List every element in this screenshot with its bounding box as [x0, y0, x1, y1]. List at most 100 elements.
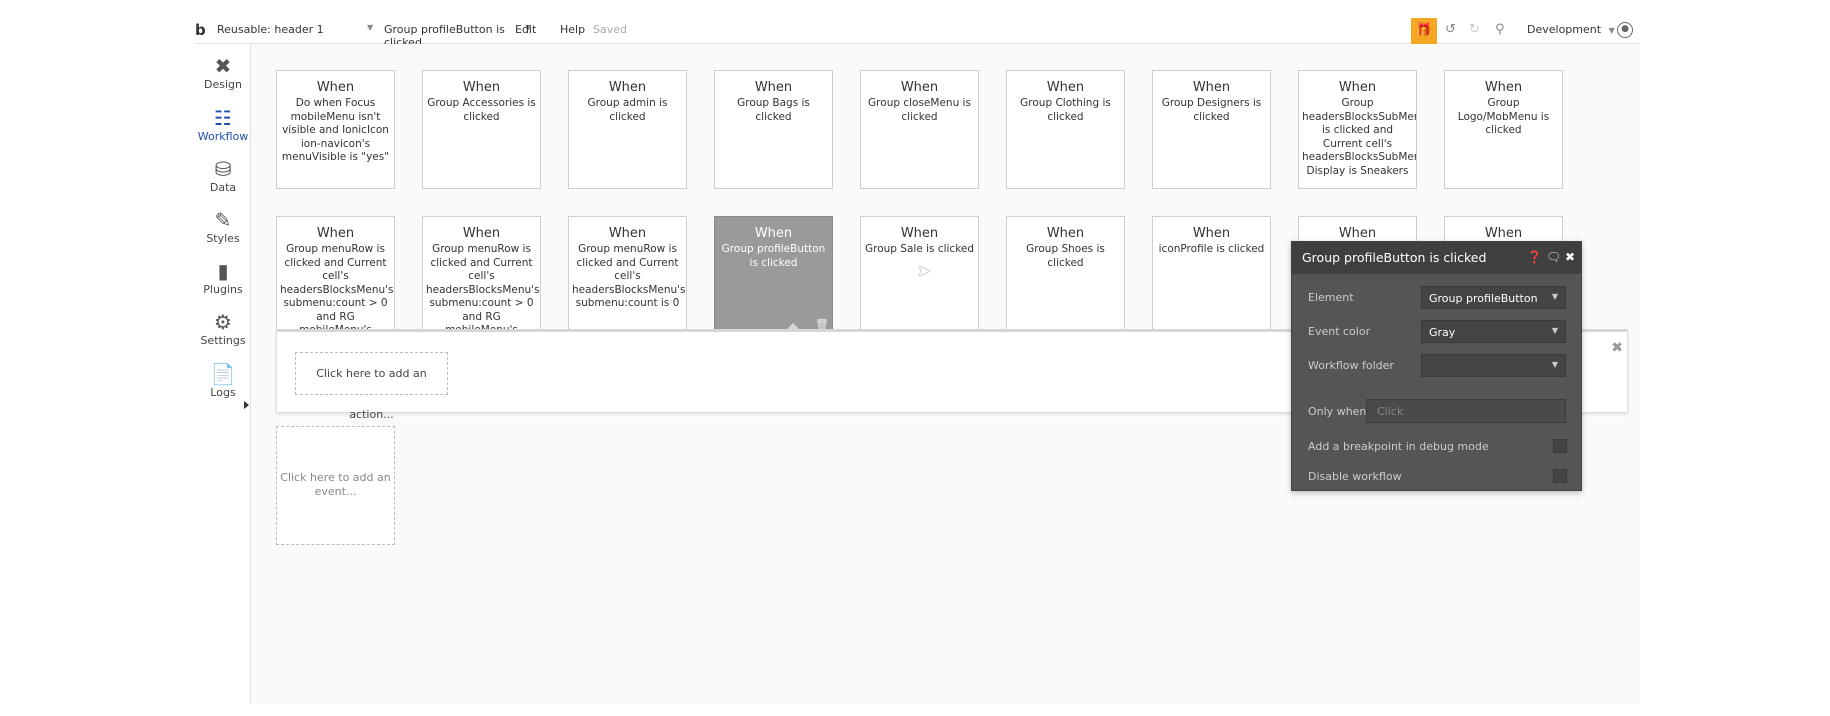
breakpoint-checkbox[interactable] — [1553, 439, 1567, 453]
sidebar-item-label: Workflow — [197, 130, 249, 143]
help-icon[interactable]: ❓ — [1527, 250, 1542, 264]
event-card[interactable]: When Group menuRow is clicked and Curren… — [276, 216, 395, 335]
event-description: Group Sale is clicked — [864, 243, 975, 255]
event-description: Group Shoes is clicked — [1026, 243, 1105, 269]
element-value: Group profileButton — [1429, 292, 1538, 305]
sidebar-item-plugins[interactable]: ▮ Plugins — [195, 259, 251, 296]
close-icon[interactable]: ✖ — [1611, 340, 1623, 356]
bubble-logo[interactable]: b — [195, 21, 206, 39]
event-card[interactable]: When Group Shoes is clicked — [1006, 216, 1125, 335]
event-card[interactable]: When Group Designers is clicked — [1152, 70, 1271, 189]
styles-icon: ✎ — [214, 208, 232, 232]
event-description: Group closeMenu is clicked — [868, 97, 971, 123]
element-dropdown[interactable]: Group profileButton ▼ — [1421, 286, 1566, 309]
event-color-value: Gray — [1429, 326, 1456, 339]
disable-workflow-checkbox[interactable] — [1553, 469, 1567, 483]
event-when-label: When — [900, 80, 939, 95]
sidebar-item-label: Logs — [210, 386, 236, 399]
workflow-folder-dropdown[interactable]: ▼ — [1421, 354, 1566, 377]
event-when-label: When — [316, 226, 355, 241]
disable-workflow-label: Disable workflow — [1308, 470, 1402, 483]
sidebar-item-label: Plugins — [203, 283, 243, 296]
event-description: Group menuRow is clicked and Current cel… — [280, 243, 394, 334]
event-description: Do when Focus mobileMenu isn't visible a… — [281, 97, 390, 163]
data-icon: ⛁ — [214, 157, 232, 181]
event-color-label: Event color — [1308, 325, 1371, 338]
settings-icon: ⚙ — [214, 310, 232, 334]
event-when-label: When — [1484, 226, 1523, 241]
help-menu[interactable]: Help — [560, 23, 585, 36]
chevron-down-icon: ▼ — [1551, 360, 1558, 369]
breakpoint-label: Add a breakpoint in debug mode — [1308, 440, 1489, 453]
sidebar-item-workflow[interactable]: ☷ Workflow — [195, 106, 251, 143]
logs-icon: 📄 — [210, 362, 236, 386]
add-event-label: Click here to add an event... — [280, 471, 391, 498]
event-when-label: When — [1046, 80, 1085, 95]
event-description: iconProfile is clicked — [1158, 243, 1265, 255]
plugins-icon: ▮ — [217, 259, 229, 283]
event-card[interactable]: When Group menuRow is clicked and Curren… — [568, 216, 687, 335]
event-card[interactable]: When Group Accessories is clicked — [422, 70, 541, 189]
event-when-label: When — [1338, 80, 1377, 95]
event-description: Group Designers is clicked — [1161, 97, 1262, 123]
sidebar-item-label: Styles — [206, 232, 240, 245]
search-icon[interactable]: ⚲ — [1495, 22, 1505, 37]
only-when-input[interactable]: Click — [1366, 399, 1566, 423]
element-label: Element — [1308, 291, 1354, 304]
undo-icon[interactable]: ↺ — [1445, 22, 1456, 37]
mouse-cursor-icon: ➤ — [917, 261, 931, 280]
chevron-down-icon: ▼ — [367, 23, 374, 32]
sidebar-item-label: Data — [209, 181, 237, 194]
sidebar-item-settings[interactable]: ⚙ Settings — [195, 310, 251, 347]
event-when-label: When — [1338, 226, 1377, 241]
edit-menu[interactable]: Edit — [515, 23, 536, 36]
event-description: Group admin is clicked — [587, 97, 668, 123]
event-card[interactable]: When Do when Focus mobileMenu isn't visi… — [276, 70, 395, 189]
page-selector[interactable]: Reusable: header 1 ▼ — [217, 23, 377, 36]
sidebar-item-logs[interactable]: 📄 Logs — [195, 362, 251, 399]
panel-title: Group profileButton is clicked — [1302, 250, 1487, 265]
sidebar-item-data[interactable]: ⛁ Data — [195, 157, 251, 194]
event-description: Group Logo/MobMenu is clicked — [1457, 97, 1550, 136]
event-description: Group Accessories is clicked — [427, 97, 536, 123]
only-when-placeholder: Click — [1377, 405, 1404, 418]
event-card[interactable]: When Group Clothing is clicked — [1006, 70, 1125, 189]
chevron-down-icon: ▼ — [1551, 326, 1558, 335]
expand-arrow-icon[interactable] — [244, 401, 249, 409]
chevron-down-icon: ▼ — [1551, 292, 1558, 301]
event-description: Group Bags is clicked — [737, 97, 810, 123]
event-card[interactable]: When Group Logo/MobMenu is clicked — [1444, 70, 1563, 189]
event-when-label: When — [1192, 80, 1231, 95]
event-card[interactable]: When Group admin is clicked — [568, 70, 687, 189]
event-card[interactable]: When Group menuRow is clicked and Curren… — [422, 216, 541, 335]
event-when-label: When — [900, 226, 939, 241]
environment-selector[interactable]: Development ▼ — [1527, 23, 1615, 36]
left-sidebar: ✖ Design ☷ Workflow ⛁ Data ✎ Styles ▮ Pl… — [195, 44, 251, 704]
comment-icon[interactable]: 🗨 — [1546, 250, 1561, 264]
event-when-label: When — [754, 226, 793, 241]
close-icon[interactable]: ✖ — [1565, 250, 1575, 264]
account-icon[interactable]: ● — [1617, 22, 1633, 38]
event-description: Group Clothing is clicked — [1020, 97, 1111, 123]
event-when-label: When — [1484, 80, 1523, 95]
event-when-label: When — [608, 80, 647, 95]
panel-header: Group profileButton is clicked ❓ 🗨 ✖ — [1292, 242, 1581, 274]
workflow-icon: ☷ — [214, 106, 232, 130]
event-card[interactable]: When Group headersBlocksSubMenu is click… — [1298, 70, 1417, 189]
event-card[interactable]: When Group Bags is clicked — [714, 70, 833, 189]
sidebar-item-design[interactable]: ✖ Design — [195, 54, 251, 91]
event-description: Group menuRow is clicked and Current cel… — [572, 243, 686, 309]
event-color-dropdown[interactable]: Gray ▼ — [1421, 320, 1566, 343]
only-when-label: Only when — [1308, 405, 1367, 418]
event-description: Group profileButton is clicked — [721, 243, 826, 269]
event-card[interactable]: When iconProfile is clicked — [1152, 216, 1271, 335]
sidebar-item-styles[interactable]: ✎ Styles — [195, 208, 251, 245]
gift-icon[interactable]: 🎁 — [1411, 18, 1437, 44]
add-action-button[interactable]: Click here to add an action... — [295, 352, 448, 421]
event-card-selected[interactable]: When Group profileButton is clicked 🗑 — [714, 216, 833, 335]
redo-icon[interactable]: ↻ — [1469, 22, 1480, 37]
event-card[interactable]: When Group closeMenu is clicked — [860, 70, 979, 189]
event-description: Group headersBlocksSubMenu is clicked an… — [1302, 97, 1417, 177]
sidebar-item-label: Design — [204, 78, 242, 91]
add-event-button[interactable]: Click here to add an event... — [276, 426, 395, 545]
